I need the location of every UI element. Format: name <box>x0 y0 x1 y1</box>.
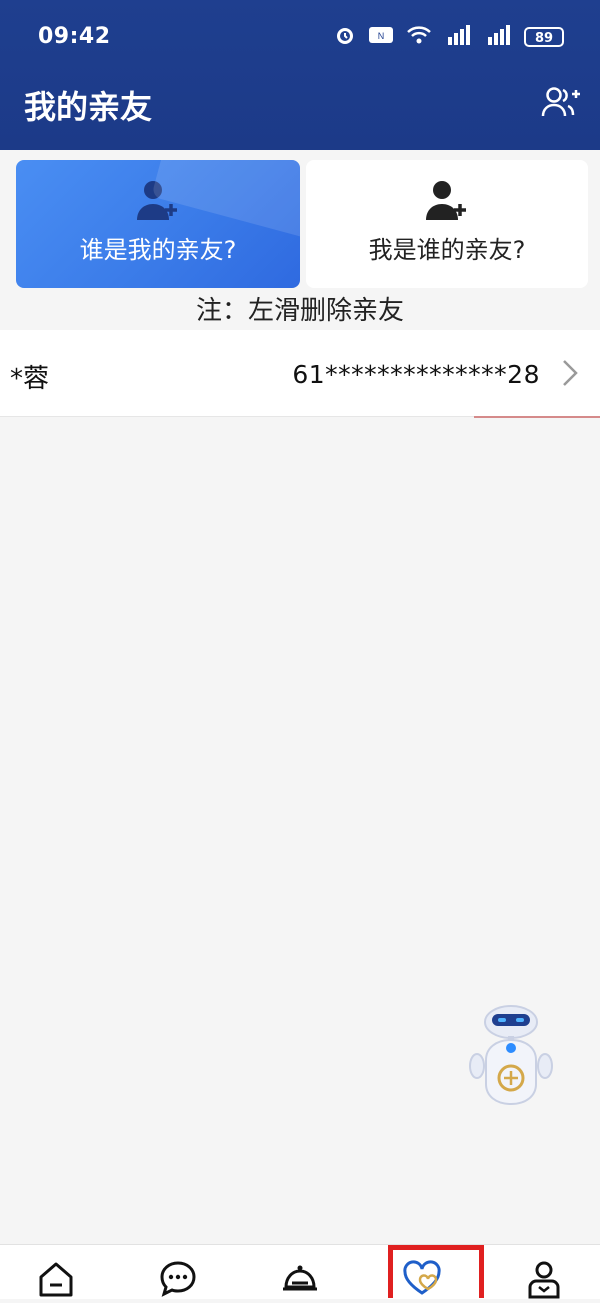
whose-relative-am-i-card[interactable]: 我是谁的亲友? <box>306 160 588 288</box>
battery-indicator: 89 <box>524 27 564 47</box>
signal-icon-1 <box>444 25 472 49</box>
app-header: 09:42 N 89 我的亲友 <box>0 0 600 150</box>
who-are-my-relatives-card[interactable]: 谁是我的亲友? <box>16 160 300 288</box>
profile-icon[interactable] <box>524 1259 564 1299</box>
friend-name: *蓉 <box>10 364 50 394</box>
alarm-icon <box>334 24 356 50</box>
service-bell-icon[interactable] <box>280 1259 320 1299</box>
nfc-icon: N <box>368 25 394 49</box>
home-icon[interactable] <box>36 1259 76 1299</box>
add-person-icon <box>422 178 472 222</box>
relation-cards: 谁是我的亲友? 我是谁的亲友? <box>16 160 588 290</box>
message-icon[interactable] <box>158 1259 198 1299</box>
list-item[interactable]: *蓉 61**************28 <box>0 330 600 417</box>
signal-icon-2 <box>484 25 512 49</box>
chevron-right-icon <box>560 358 580 388</box>
status-time: 09:42 <box>38 24 111 49</box>
status-bar: 09:42 N 89 <box>0 0 600 70</box>
page-title: 我的亲友 <box>24 88 153 126</box>
add-friends-icon[interactable] <box>540 84 584 120</box>
swipe-delete-hint-line <box>474 416 600 418</box>
swipe-note: 注：左滑删除亲友 <box>195 296 404 326</box>
robot-assistant-icon[interactable] <box>468 1000 554 1112</box>
svg-text:N: N <box>378 31 385 41</box>
selected-tab-highlight <box>388 1245 484 1298</box>
status-icons: N 89 <box>334 24 564 50</box>
card-label-whose-relative: 我是谁的亲友? <box>368 236 526 264</box>
friend-id-masked: 61**************28 <box>292 360 540 389</box>
wifi-icon <box>406 25 432 49</box>
add-person-icon <box>133 178 183 222</box>
card-label-who-my-relatives: 谁是我的亲友? <box>79 236 237 264</box>
bottom-nav <box>0 1244 600 1299</box>
